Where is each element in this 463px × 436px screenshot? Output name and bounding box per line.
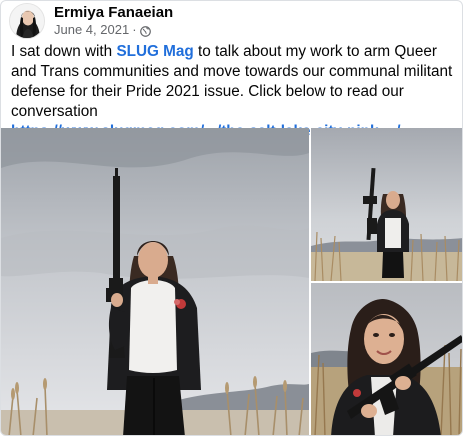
post-text: I sat down with SLUG Mag to talk about m…	[11, 42, 457, 142]
photo-main[interactable]	[1, 128, 309, 435]
mention-link[interactable]: SLUG Mag	[116, 43, 193, 60]
photo-bottom-right[interactable]	[311, 283, 462, 435]
avatar[interactable]	[9, 3, 45, 39]
separator: ·	[132, 22, 137, 37]
post-date[interactable]: June 4, 2021	[54, 22, 129, 38]
post-text-part: I sat down with	[11, 43, 117, 60]
photo-top-right[interactable]	[311, 128, 462, 281]
post-meta: Ermiya Fanaeian June 4, 2021 ·	[54, 4, 173, 38]
post-subline: June 4, 2021 ·	[54, 22, 173, 38]
globe-icon	[139, 25, 151, 37]
author-name[interactable]: Ermiya Fanaeian	[54, 4, 173, 22]
post-header: Ermiya Fanaeian June 4, 2021 ·	[9, 1, 449, 41]
post-card: Ermiya Fanaeian June 4, 2021 · I sat dow…	[0, 0, 463, 436]
